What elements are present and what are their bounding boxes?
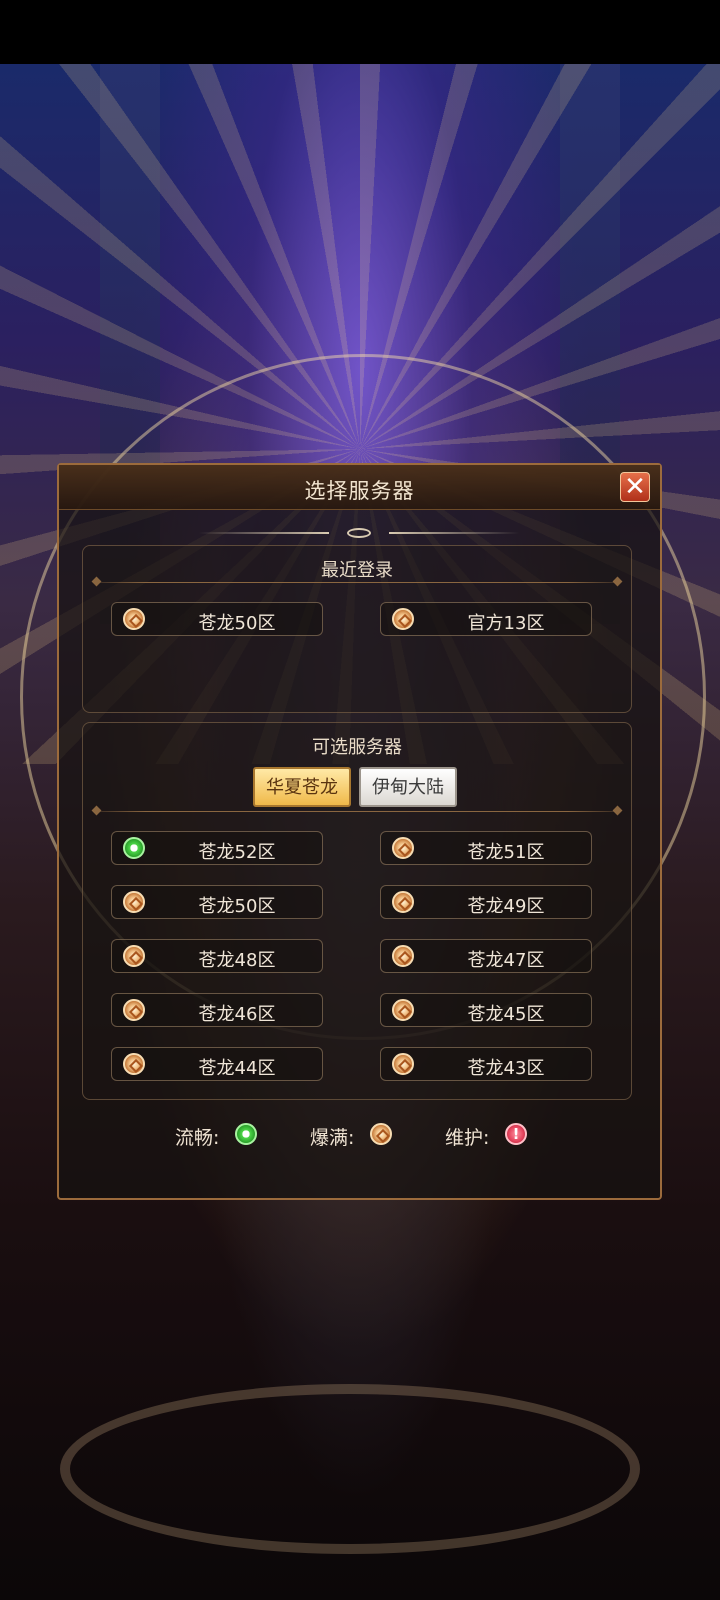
smooth-status-icon bbox=[123, 837, 145, 859]
full-status-icon bbox=[392, 891, 414, 913]
available-servers-title: 可选服务器 bbox=[312, 737, 402, 758]
server-button[interactable]: 苍龙43区 bbox=[380, 1047, 592, 1081]
full-status-icon bbox=[392, 1053, 414, 1075]
server-button[interactable]: 苍龙49区 bbox=[380, 885, 592, 919]
server-label: 苍龙45区 bbox=[467, 1004, 545, 1025]
server-button[interactable]: 苍龙52区 bbox=[111, 831, 323, 865]
full-status-icon bbox=[123, 1053, 145, 1075]
server-select-dialog: 选择服务器 ✕ 最近登录 苍龙50区 官方13区 可选服务器 华夏苍龙 伊甸大陆… bbox=[57, 463, 662, 1200]
server-label: 苍龙44区 bbox=[198, 1058, 276, 1079]
server-button[interactable]: 苍龙44区 bbox=[111, 1047, 323, 1081]
server-label: 苍龙50区 bbox=[198, 613, 276, 634]
server-label: 苍龙43区 bbox=[467, 1058, 545, 1079]
recent-server-button[interactable]: 苍龙50区 bbox=[111, 602, 323, 636]
tab-huaxia-canglong[interactable]: 华夏苍龙 bbox=[253, 767, 351, 807]
server-label: 苍龙50区 bbox=[198, 896, 276, 917]
server-button[interactable]: 苍龙51区 bbox=[380, 831, 592, 865]
full-status-icon bbox=[392, 945, 414, 967]
background-floor-ring bbox=[60, 1384, 640, 1554]
dialog-header: 选择服务器 ✕ bbox=[59, 465, 660, 510]
legend-maintenance: 维护: ! bbox=[445, 1120, 535, 1150]
available-servers-panel: 可选服务器 华夏苍龙 伊甸大陆 苍龙52区 苍龙51区 苍龙50区 苍龙49区 … bbox=[82, 722, 632, 1100]
section-divider bbox=[93, 811, 621, 812]
legend-maintenance-label: 维护: bbox=[445, 1127, 490, 1149]
server-button[interactable]: 苍龙46区 bbox=[111, 993, 323, 1027]
ornament-line bbox=[389, 532, 519, 534]
legend-full-label: 爆满: bbox=[310, 1127, 355, 1149]
server-label: 苍龙46区 bbox=[198, 1004, 276, 1025]
legend-smooth: 流畅: bbox=[175, 1120, 265, 1150]
server-button[interactable]: 苍龙45区 bbox=[380, 993, 592, 1027]
full-status-icon bbox=[392, 999, 414, 1021]
ornament-center bbox=[339, 527, 379, 539]
close-button[interactable]: ✕ bbox=[620, 472, 650, 502]
full-status-icon bbox=[392, 608, 414, 630]
recent-login-title: 最近登录 bbox=[321, 560, 393, 581]
server-label: 苍龙51区 bbox=[467, 842, 545, 863]
status-bar bbox=[0, 0, 720, 64]
full-status-icon bbox=[123, 945, 145, 967]
legend-smooth-label: 流畅: bbox=[175, 1127, 220, 1149]
close-icon: ✕ bbox=[624, 472, 646, 502]
recent-server-button[interactable]: 官方13区 bbox=[380, 602, 592, 636]
tab-eden-continent[interactable]: 伊甸大陆 bbox=[359, 767, 457, 807]
server-label: 苍龙49区 bbox=[467, 896, 545, 917]
server-button[interactable]: 苍龙47区 bbox=[380, 939, 592, 973]
maintenance-status-icon: ! bbox=[505, 1123, 527, 1145]
legend-full: 爆满: bbox=[310, 1120, 400, 1150]
title-ornament bbox=[199, 527, 519, 539]
full-status-icon bbox=[123, 999, 145, 1021]
full-status-icon bbox=[123, 891, 145, 913]
dialog-title: 选择服务器 bbox=[304, 479, 415, 503]
section-divider bbox=[93, 582, 621, 583]
status-legend: 流畅: 爆满: 维护: ! bbox=[59, 1120, 660, 1150]
smooth-status-icon bbox=[235, 1123, 257, 1145]
full-status-icon bbox=[370, 1123, 392, 1145]
server-button[interactable]: 苍龙50区 bbox=[111, 885, 323, 919]
full-status-icon bbox=[123, 608, 145, 630]
server-label: 苍龙48区 bbox=[198, 950, 276, 971]
full-status-icon bbox=[392, 837, 414, 859]
server-button[interactable]: 苍龙48区 bbox=[111, 939, 323, 973]
server-label: 官方13区 bbox=[467, 613, 545, 634]
server-label: 苍龙52区 bbox=[198, 842, 276, 863]
server-label: 苍龙47区 bbox=[467, 950, 545, 971]
ornament-line bbox=[199, 532, 329, 534]
recent-login-panel: 最近登录 苍龙50区 官方13区 bbox=[82, 545, 632, 713]
